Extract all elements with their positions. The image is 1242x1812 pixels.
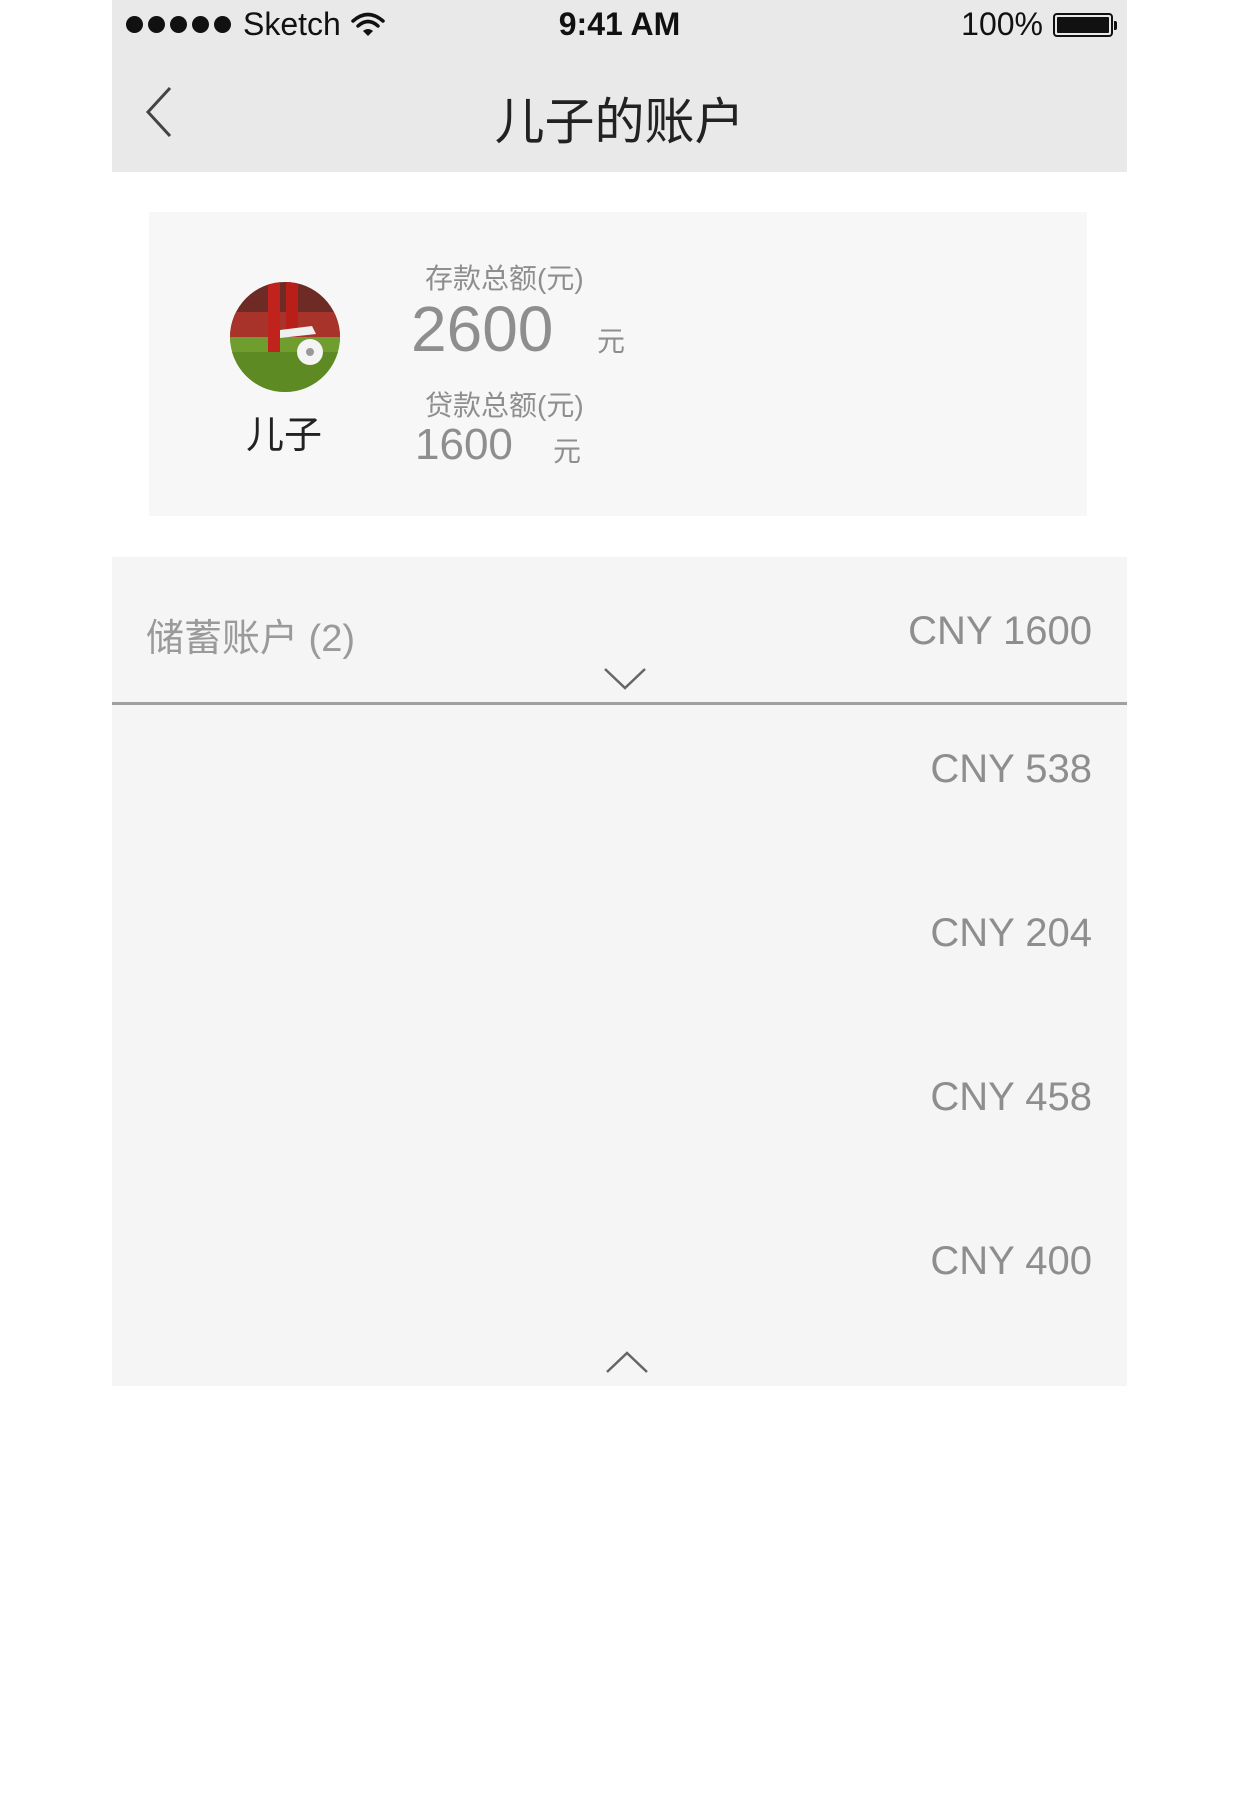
account-amount: CNY 458 <box>930 1075 1092 1119</box>
deposit-unit: 元 <box>597 326 626 357</box>
top-bar: Sketch 9:41 AM 100% 儿子的账户 <box>112 0 1127 172</box>
page-title: 儿子的账户 <box>494 94 745 150</box>
savings-account-panel: 储蓄账户 (2) CNY 1600 CNY 538 CNY 204 CNY 45… <box>112 557 1127 1386</box>
avatar[interactable] <box>230 282 340 392</box>
child-name: 儿子 <box>245 415 322 457</box>
deposit-total-value: 2600 <box>411 293 554 365</box>
account-amount: CNY 204 <box>930 911 1092 955</box>
account-screen: Sketch 9:41 AM 100% 儿子的账户 儿子 存款总额(元) 260… <box>112 0 1127 1812</box>
status-right: 100% <box>961 6 1117 43</box>
account-summary-card: 儿子 存款总额(元) 2600 元 贷款总额(元) 1600 元 <box>149 212 1087 516</box>
avatar-image <box>230 282 340 392</box>
chevron-down-icon[interactable] <box>603 667 647 691</box>
account-amount: CNY 538 <box>930 747 1092 791</box>
account-row[interactable]: CNY 458 <box>112 1035 1127 1155</box>
account-amount: CNY 400 <box>930 1239 1092 1283</box>
loan-total-value: 1600 <box>415 420 513 469</box>
account-row[interactable]: CNY 400 <box>112 1199 1127 1319</box>
battery-percent: 100% <box>961 6 1043 42</box>
savings-header[interactable]: 储蓄账户 (2) CNY 1600 <box>112 557 1127 705</box>
account-row[interactable]: CNY 538 <box>112 707 1127 827</box>
savings-total: CNY 1600 <box>908 609 1092 653</box>
loan-unit: 元 <box>553 436 582 467</box>
account-row[interactable]: CNY 204 <box>112 871 1127 991</box>
divider <box>112 702 1127 705</box>
chevron-up-icon[interactable] <box>605 1350 649 1374</box>
status-bar: Sketch 9:41 AM 100% <box>112 0 1127 52</box>
deposit-total-label: 存款总额(元) <box>425 263 584 294</box>
loan-total-label: 贷款总额(元) <box>425 390 584 421</box>
savings-title: 储蓄账户 (2) <box>146 618 356 660</box>
battery-icon <box>1053 12 1117 37</box>
